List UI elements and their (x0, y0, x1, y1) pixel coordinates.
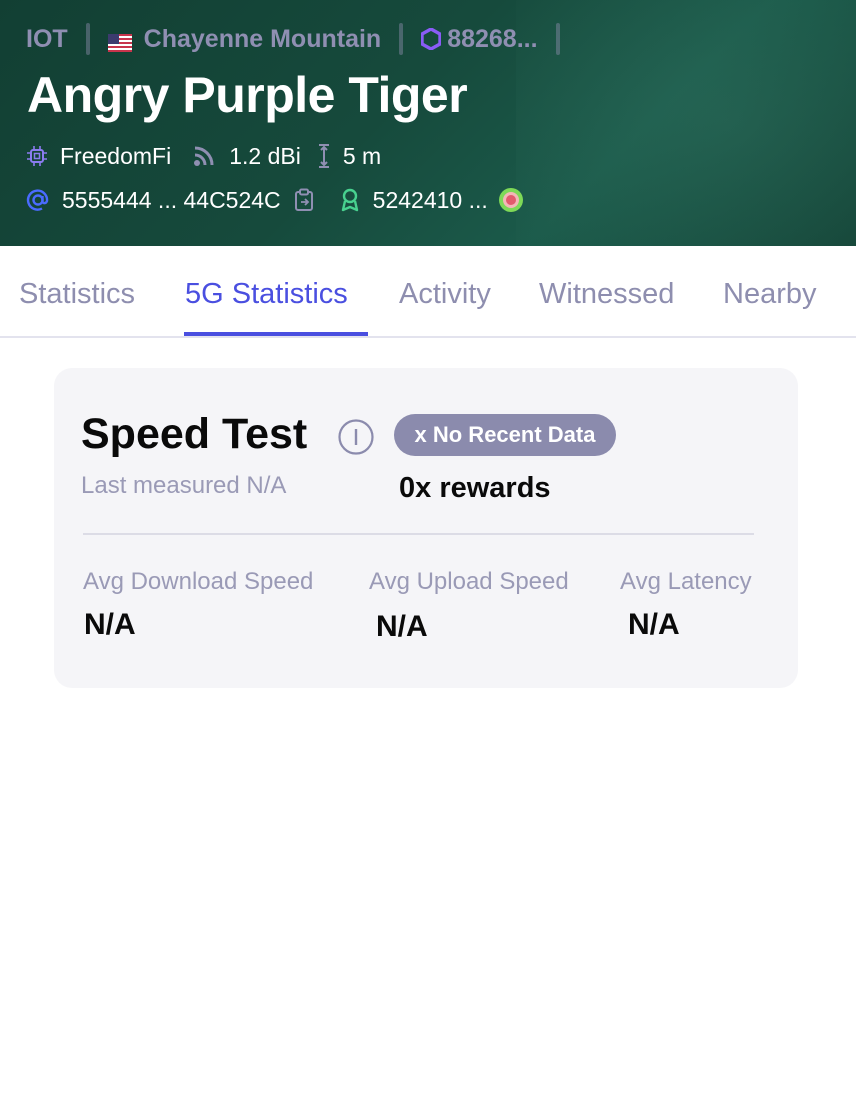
location-label[interactable]: Chayenne Mountain (144, 25, 382, 54)
avg-download-label: Avg Download Speed (83, 568, 314, 595)
avg-upload-label: Avg Upload Speed (369, 568, 569, 595)
tab-statistics[interactable]: Statistics (19, 278, 135, 311)
tab-5g-statistics[interactable]: 5G Statistics (185, 278, 348, 311)
last-measured-label: Last measured N/A (81, 472, 287, 499)
us-flag-icon (107, 30, 132, 52)
divider (83, 533, 754, 535)
avg-latency-label: Avg Latency (620, 568, 752, 595)
hotspot-addresses: 5555444 ... 44C524C 5242410 ... (26, 183, 524, 217)
elevation-label: 5 m (342, 142, 382, 169)
owner-address[interactable]: 5242410 ... (373, 187, 488, 214)
hex-id-label[interactable]: 88268... (447, 25, 537, 54)
tab-activity[interactable]: Activity (399, 278, 491, 311)
breadcrumb-divider (85, 23, 90, 55)
avg-upload-value: N/A (376, 610, 428, 643)
hotspot-header: IOT Chayenne Mountain 88268... Angry Pur… (0, 0, 856, 246)
breadcrumb-divider (399, 23, 404, 55)
antenna-gain-label: 1.2 dBi (229, 142, 301, 169)
signal-icon (193, 145, 217, 167)
avg-latency-value: N/A (628, 608, 680, 641)
tab-nearby[interactable]: Nearby (723, 278, 817, 311)
hexagon-icon (421, 28, 442, 50)
breadcrumb-divider (555, 23, 560, 55)
hotspot-name: Angry Purple Tiger (27, 67, 468, 123)
active-tab-indicator (184, 332, 368, 336)
at-icon (26, 188, 50, 212)
status-dot-icon (498, 187, 524, 213)
rewards-multiplier: 0x rewards (399, 472, 551, 504)
network-label[interactable]: IOT (26, 25, 68, 54)
maker-label: FreedomFi (60, 142, 172, 169)
avg-download-value: N/A (84, 608, 136, 641)
hotspot-address: 5555444 ... 44C524C (62, 186, 281, 213)
elevation-icon (317, 143, 331, 169)
tab-bar: Statistics 5G Statistics Activity Witnes… (0, 246, 856, 338)
breadcrumb: IOT Chayenne Mountain 88268... (26, 22, 578, 56)
tab-witnessed[interactable]: Witnessed (539, 278, 674, 311)
speed-test-title: Speed Test (81, 410, 308, 458)
speed-test-card: Speed Test x No Recent Data Last measure… (54, 368, 798, 688)
hotspot-specs: FreedomFi 1.2 dBi 5 m (26, 140, 381, 172)
info-icon[interactable] (337, 418, 375, 461)
no-recent-data-badge: x No Recent Data (394, 414, 616, 456)
chip-icon (26, 145, 48, 167)
person-icon (339, 188, 361, 212)
copy-icon[interactable] (293, 188, 315, 212)
